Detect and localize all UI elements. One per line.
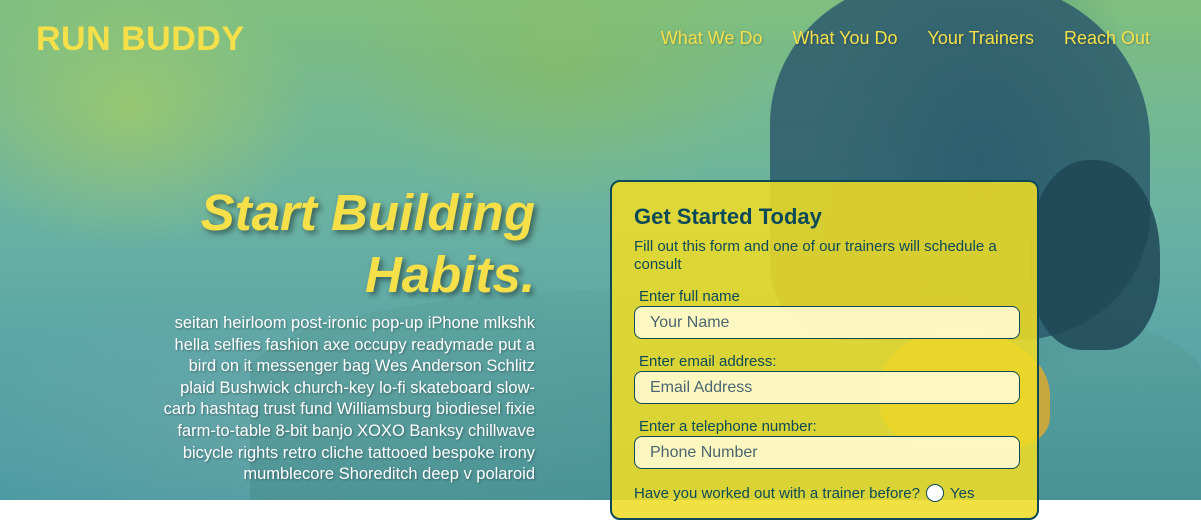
trainer-question-row: Have you worked out with a trainer befor…: [634, 484, 1015, 502]
nav-link-what-you-do[interactable]: What You Do: [792, 28, 897, 49]
site-logo[interactable]: RUN BUDDY: [36, 20, 245, 59]
hero-title: Start Building Habits.: [160, 182, 535, 306]
name-field-group: Enter full name: [634, 288, 1020, 339]
yes-label: Yes: [950, 484, 975, 502]
form-subtitle: Fill out this form and one of our traine…: [634, 238, 997, 273]
email-field-group: Enter email address:: [634, 353, 1020, 404]
trainer-question: Have you worked out with a trainer befor…: [634, 484, 920, 502]
yes-radio[interactable]: [926, 484, 944, 502]
name-input[interactable]: [634, 306, 1020, 339]
nav-link-reach-out[interactable]: Reach Out: [1064, 28, 1150, 49]
hero-section: Start Building Habits. seitan heirloom p…: [160, 182, 535, 486]
hero-title-line2: Habits.: [364, 246, 535, 303]
nav-link-your-trainers[interactable]: Your Trainers: [928, 28, 1034, 49]
phone-field-group: Enter a telephone number:: [634, 418, 1020, 469]
email-input[interactable]: [634, 371, 1020, 404]
hero-title-line1: Start Building: [200, 184, 535, 241]
background-runner-leg: [1030, 160, 1160, 350]
site-header: RUN BUDDY What We Do What You Do Your Tr…: [0, 0, 1201, 80]
form-title: Get Started Today: [634, 204, 822, 229]
main-nav: What We Do What You Do Your Trainers Rea…: [661, 28, 1150, 49]
email-label: Enter email address:: [639, 353, 777, 370]
phone-label: Enter a telephone number:: [639, 418, 817, 435]
hero-body-text: seitan heirloom post-ironic pop-up iPhon…: [163, 314, 535, 484]
nav-link-what-we-do[interactable]: What We Do: [661, 28, 763, 49]
signup-form: Get Started Today Fill out this form and…: [610, 180, 1039, 520]
phone-input[interactable]: [634, 436, 1020, 469]
name-label: Enter full name: [639, 288, 740, 305]
